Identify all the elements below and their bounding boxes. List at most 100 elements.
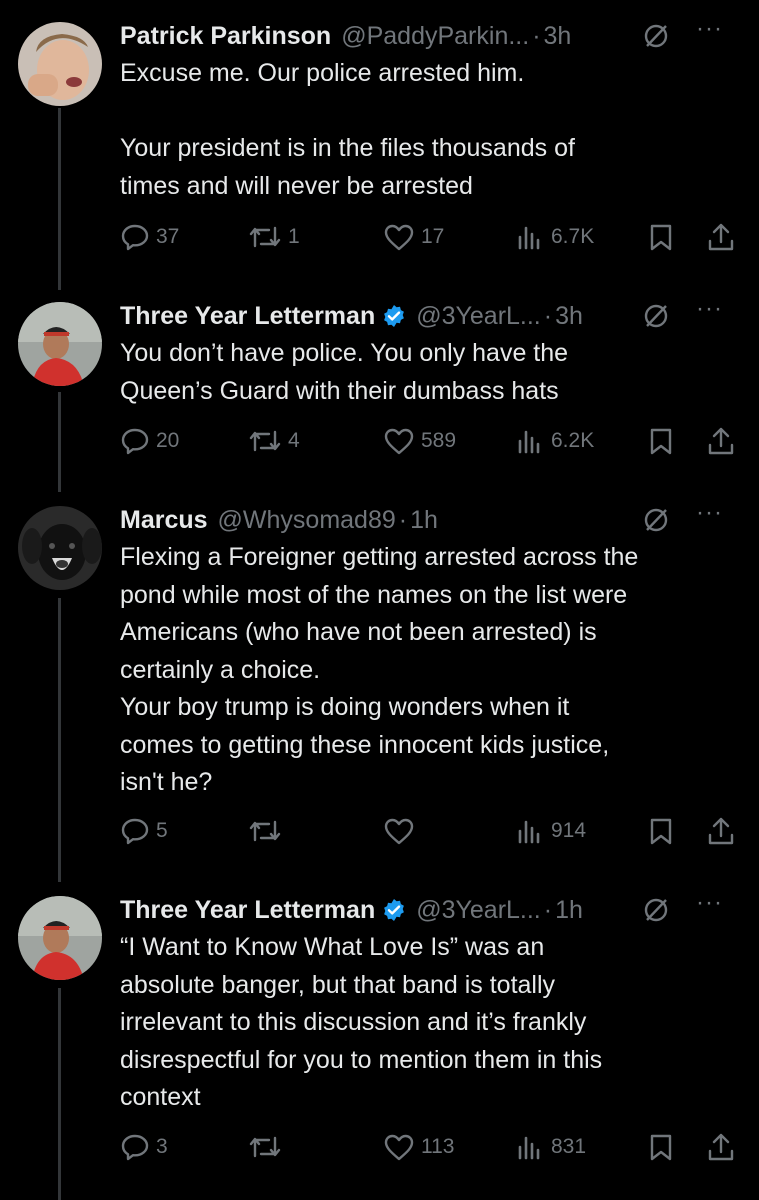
tweet[interactable]: Patrick Parkinson @PaddyParkin... · 3h ·…	[0, 0, 759, 290]
tweet-text-line: Your boy trump is doing wonders when it	[120, 693, 570, 721]
views-icon	[518, 1136, 540, 1160]
view-count: 6.2K	[551, 429, 595, 452]
handle[interactable]: @Whysomad89	[218, 506, 396, 535]
retweet-button[interactable]	[248, 1130, 288, 1164]
more-icon[interactable]: ···	[696, 889, 723, 917]
display-name[interactable]: Marcus	[120, 506, 208, 535]
reply-button[interactable]: 3	[120, 1130, 168, 1164]
retweet-icon	[249, 430, 281, 452]
more-icon[interactable]: ···	[696, 499, 723, 527]
retweet-button[interactable]	[248, 814, 288, 848]
grok-icon[interactable]	[643, 507, 669, 533]
tweet-text-line: irrelevant to this discussion and it’s f…	[120, 1008, 587, 1036]
tweet[interactable]: Marcus @Whysomad89 · 1h ··· Flexing a Fo…	[0, 492, 759, 882]
grok-icon[interactable]	[643, 23, 669, 49]
like-button[interactable]: 113	[383, 1130, 454, 1164]
separator-dot: ·	[543, 895, 553, 924]
views-button[interactable]: 914	[515, 814, 586, 848]
tweet-text-line: pond while most of the names on the list…	[120, 580, 628, 609]
like-count: 17	[421, 225, 445, 248]
tweet-text-line	[120, 93, 729, 131]
tweet[interactable]: Three Year Letterman @3YearL... · 1h ···…	[0, 882, 759, 1200]
share-button[interactable]	[706, 814, 742, 848]
share-button[interactable]	[706, 220, 742, 254]
avatar[interactable]	[18, 896, 102, 980]
tweet-text-line: Excuse me. Our police arrested him.	[120, 59, 525, 87]
share-button[interactable]	[706, 424, 742, 458]
like-button[interactable]: 589	[383, 424, 456, 458]
tweet-text: “I Want to Know What Love Is” was an abs…	[120, 929, 729, 1117]
reply-count: 3	[156, 1135, 168, 1158]
action-bar: 20 4 589 6.2K	[0, 424, 759, 458]
display-name[interactable]: Three Year Letterman	[120, 302, 375, 331]
reply-button[interactable]: 20	[120, 424, 179, 458]
action-bar: 3 113 831	[0, 1130, 759, 1164]
tweet-text: You don’t have police. You only have the…	[120, 335, 729, 410]
reply-count: 37	[156, 225, 180, 248]
more-icon[interactable]: ···	[696, 295, 723, 323]
grok-icon[interactable]	[643, 303, 669, 329]
share-icon	[708, 1133, 734, 1161]
retweet-count: 1	[288, 225, 300, 248]
tweet-header: Marcus @Whysomad89 · 1h ···	[120, 499, 739, 537]
tweet-text-line: Americans (who have not been arrested) i…	[120, 618, 597, 646]
views-button[interactable]: 6.2K	[515, 424, 594, 458]
separator-dot: ·	[398, 505, 408, 534]
avatar[interactable]	[18, 22, 102, 106]
tweet[interactable]: Three Year Letterman @3YearL... · 3h ···…	[0, 290, 759, 492]
view-count: 6.7K	[551, 225, 595, 248]
reply-icon	[121, 818, 149, 845]
tweet-header: Patrick Parkinson @PaddyParkin... · 3h ·…	[120, 15, 739, 53]
like-icon	[384, 818, 414, 845]
share-icon	[708, 817, 734, 845]
tweet-text-line: disrespectful for you to mention them in…	[120, 1045, 603, 1074]
bookmark-button[interactable]	[648, 814, 680, 848]
bookmark-button[interactable]	[648, 1130, 680, 1164]
reply-count: 5	[156, 819, 168, 842]
tweet-text-line: isn't he?	[120, 768, 213, 796]
like-button[interactable]: 17	[383, 220, 444, 254]
separator-dot: ·	[543, 301, 553, 330]
retweet-count: 4	[288, 429, 300, 452]
bookmark-icon	[650, 1134, 672, 1161]
views-icon	[518, 430, 540, 454]
bookmark-button[interactable]	[648, 424, 680, 458]
retweet-button[interactable]: 1	[248, 220, 300, 254]
verified-badge-icon	[384, 305, 405, 327]
retweet-icon	[249, 820, 281, 842]
bookmark-button[interactable]	[648, 220, 680, 254]
timestamp[interactable]: 3h	[555, 302, 583, 331]
like-button[interactable]	[383, 814, 421, 848]
grok-icon[interactable]	[643, 897, 669, 923]
views-button[interactable]: 831	[515, 1130, 586, 1164]
like-icon	[384, 224, 414, 251]
like-icon	[384, 428, 414, 455]
timestamp[interactable]: 1h	[555, 896, 583, 925]
handle[interactable]: @PaddyParkin...	[341, 22, 529, 51]
retweet-icon	[249, 1136, 281, 1158]
tweet-text-line: absolute banger, but that band is totall…	[120, 970, 556, 999]
share-icon	[708, 223, 734, 251]
view-count: 914	[551, 819, 587, 842]
display-name[interactable]: Patrick Parkinson	[120, 22, 331, 51]
tweet-text-line: certainly a choice.	[120, 655, 321, 684]
retweet-button[interactable]: 4	[248, 424, 300, 458]
tweet-text-line: Flexing a Foreigner getting arrested acr…	[120, 543, 639, 571]
avatar[interactable]	[18, 302, 102, 386]
handle[interactable]: @3YearL...	[416, 302, 541, 331]
timestamp[interactable]: 1h	[410, 506, 438, 535]
more-icon[interactable]: ···	[696, 15, 723, 43]
share-button[interactable]	[706, 1130, 742, 1164]
separator-dot: ·	[532, 21, 541, 50]
reply-button[interactable]: 5	[120, 814, 168, 848]
views-button[interactable]: 6.7K	[515, 220, 594, 254]
reply-button[interactable]: 37	[120, 220, 179, 254]
like-count: 113	[421, 1135, 455, 1158]
tweet-text: Flexing a Foreigner getting arrested acr…	[120, 539, 729, 802]
view-count: 831	[551, 1135, 587, 1158]
avatar[interactable]	[18, 506, 102, 590]
timestamp[interactable]: 3h	[544, 22, 572, 51]
tweet-text-line: Your president is in the files thousands…	[120, 134, 575, 162]
display-name[interactable]: Three Year Letterman	[120, 896, 375, 925]
handle[interactable]: @3YearL...	[416, 896, 541, 925]
